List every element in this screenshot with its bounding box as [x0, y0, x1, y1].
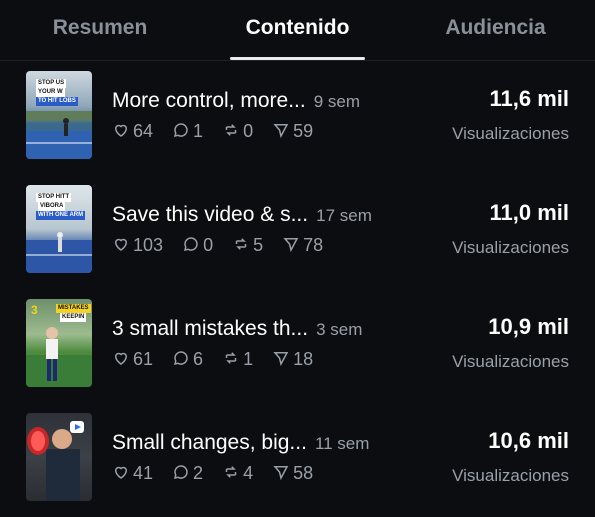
repost-icon	[235, 238, 247, 250]
heart-icon	[114, 466, 128, 479]
tab-bar: Resumen Contenido Audiencia	[0, 0, 595, 61]
views-label: Visualizaciones	[452, 124, 569, 143]
saves-count: 78	[303, 235, 324, 255]
likes-stat: 64	[112, 121, 153, 142]
saves-stat: 58	[272, 463, 313, 484]
post-thumbnail: STOP US YOUR W TO HIT LOBS	[26, 71, 92, 159]
replies-count: 2	[193, 463, 204, 483]
comment-icon	[174, 465, 188, 480]
likes-count: 41	[133, 463, 154, 483]
replies-stat: 2	[172, 463, 203, 484]
post-row[interactable]: STOP HITT VIBORA WITH ONE ARM Save this …	[0, 172, 595, 286]
tab-label: Resumen	[52, 16, 148, 39]
tab-contenido[interactable]: Contenido	[230, 16, 365, 60]
replies-stat: 0	[182, 235, 213, 256]
saves-count: 58	[293, 463, 314, 483]
post-title-text: 3 small mistakes th...	[112, 317, 309, 340]
likes-count: 64	[133, 121, 154, 141]
post-title: Save this video & s... 17 sem	[112, 203, 372, 227]
replies-stat: 6	[172, 349, 203, 370]
post-title-text: More control, more...	[112, 89, 306, 112]
saves-count: 18	[293, 349, 314, 369]
post-row[interactable]: STOP US YOUR W TO HIT LOBS More control,…	[0, 58, 595, 172]
saves-stat: 59	[272, 121, 313, 142]
post-stats: 61 6 1 18	[112, 349, 327, 370]
thumbnail-caption: KEEPIN	[60, 313, 87, 322]
likes-count: 103	[133, 235, 164, 255]
thumbnail-caption: MISTAKES	[56, 304, 91, 313]
post-age: 17 sem	[316, 206, 372, 225]
post-title-text: Small changes, big...	[112, 431, 307, 454]
post-row[interactable]: 3 MISTAKES KEEPIN 3 small mistakes th...…	[0, 286, 595, 400]
post-row[interactable]: Small changes, big... 11 sem 41 2 4 58 10…	[0, 400, 595, 514]
replies-count: 0	[203, 235, 214, 255]
repost-icon	[225, 124, 237, 136]
reposts-count: 1	[243, 349, 254, 369]
send-icon	[273, 466, 289, 481]
reposts-count: 0	[243, 121, 254, 141]
post-stats: 64 1 0 59	[112, 121, 327, 142]
saves-stat: 18	[272, 349, 313, 370]
thumbnail-caption: YOUR W	[36, 88, 65, 97]
thumbnail-image	[27, 421, 84, 501]
views-label: Visualizaciones	[452, 352, 569, 371]
comment-icon	[174, 123, 188, 138]
tab-audiencia[interactable]: Audiencia	[428, 16, 563, 60]
repost-icon	[225, 352, 237, 364]
saves-stat: 78	[282, 235, 323, 256]
views-count: 10,9 mil	[488, 314, 569, 339]
reposts-count: 4	[243, 463, 254, 483]
post-stats: 103 0 5 78	[112, 235, 337, 256]
replies-stat: 1	[172, 121, 203, 142]
views-count: 11,6 mil	[489, 86, 569, 111]
thumbnail-caption: STOP HITT	[36, 193, 72, 202]
post-title-text: Save this video & s...	[112, 203, 309, 226]
heart-icon	[114, 238, 128, 251]
likes-stat: 103	[112, 235, 163, 256]
post-title: Small changes, big... 11 sem	[112, 431, 369, 455]
reposts-stat: 5	[232, 235, 263, 256]
likes-stat: 41	[112, 463, 153, 484]
comment-icon	[184, 237, 198, 252]
saves-count: 59	[293, 121, 314, 141]
send-icon	[273, 124, 289, 139]
heart-icon	[114, 124, 128, 137]
views-count: 11,0 mil	[489, 200, 569, 225]
tab-resumen[interactable]: Resumen	[40, 16, 160, 60]
comment-icon	[174, 351, 188, 366]
thumbnail-caption: TO HIT LOBS	[36, 97, 78, 106]
replies-count: 1	[193, 121, 204, 141]
reposts-count: 5	[253, 235, 264, 255]
views-label: Visualizaciones	[452, 238, 569, 257]
reposts-stat: 4	[222, 463, 253, 484]
thumbnail-caption: VIBORA	[38, 202, 66, 211]
tab-label: Audiencia	[445, 16, 546, 39]
heart-icon	[114, 352, 128, 365]
likes-stat: 61	[112, 349, 153, 370]
post-age: 11 sem	[314, 434, 370, 453]
thumbnail-caption: WITH ONE ARM	[36, 211, 86, 220]
post-age: 9 sem	[313, 92, 361, 111]
replies-count: 6	[193, 349, 204, 369]
thumbnail-caption: STOP US	[36, 79, 67, 88]
likes-count: 61	[133, 349, 154, 369]
repost-icon	[225, 466, 237, 478]
send-icon	[283, 238, 299, 253]
views-count: 10,6 mil	[488, 428, 569, 453]
post-age: 3 sem	[316, 320, 363, 339]
reposts-stat: 1	[222, 349, 253, 370]
post-title: More control, more... 9 sem	[112, 89, 360, 113]
reposts-stat: 0	[222, 121, 253, 142]
post-thumbnail: STOP HITT VIBORA WITH ONE ARM	[26, 185, 92, 273]
thumbnail-caption: 3	[31, 303, 38, 317]
post-title: 3 small mistakes th... 3 sem	[112, 317, 362, 341]
post-stats: 41 2 4 58	[112, 463, 327, 484]
send-icon	[273, 352, 289, 367]
post-thumbnail: 3 MISTAKES KEEPIN	[26, 299, 92, 387]
post-thumbnail	[26, 413, 92, 501]
views-label: Visualizaciones	[452, 466, 569, 485]
tab-label: Contenido	[245, 16, 350, 39]
